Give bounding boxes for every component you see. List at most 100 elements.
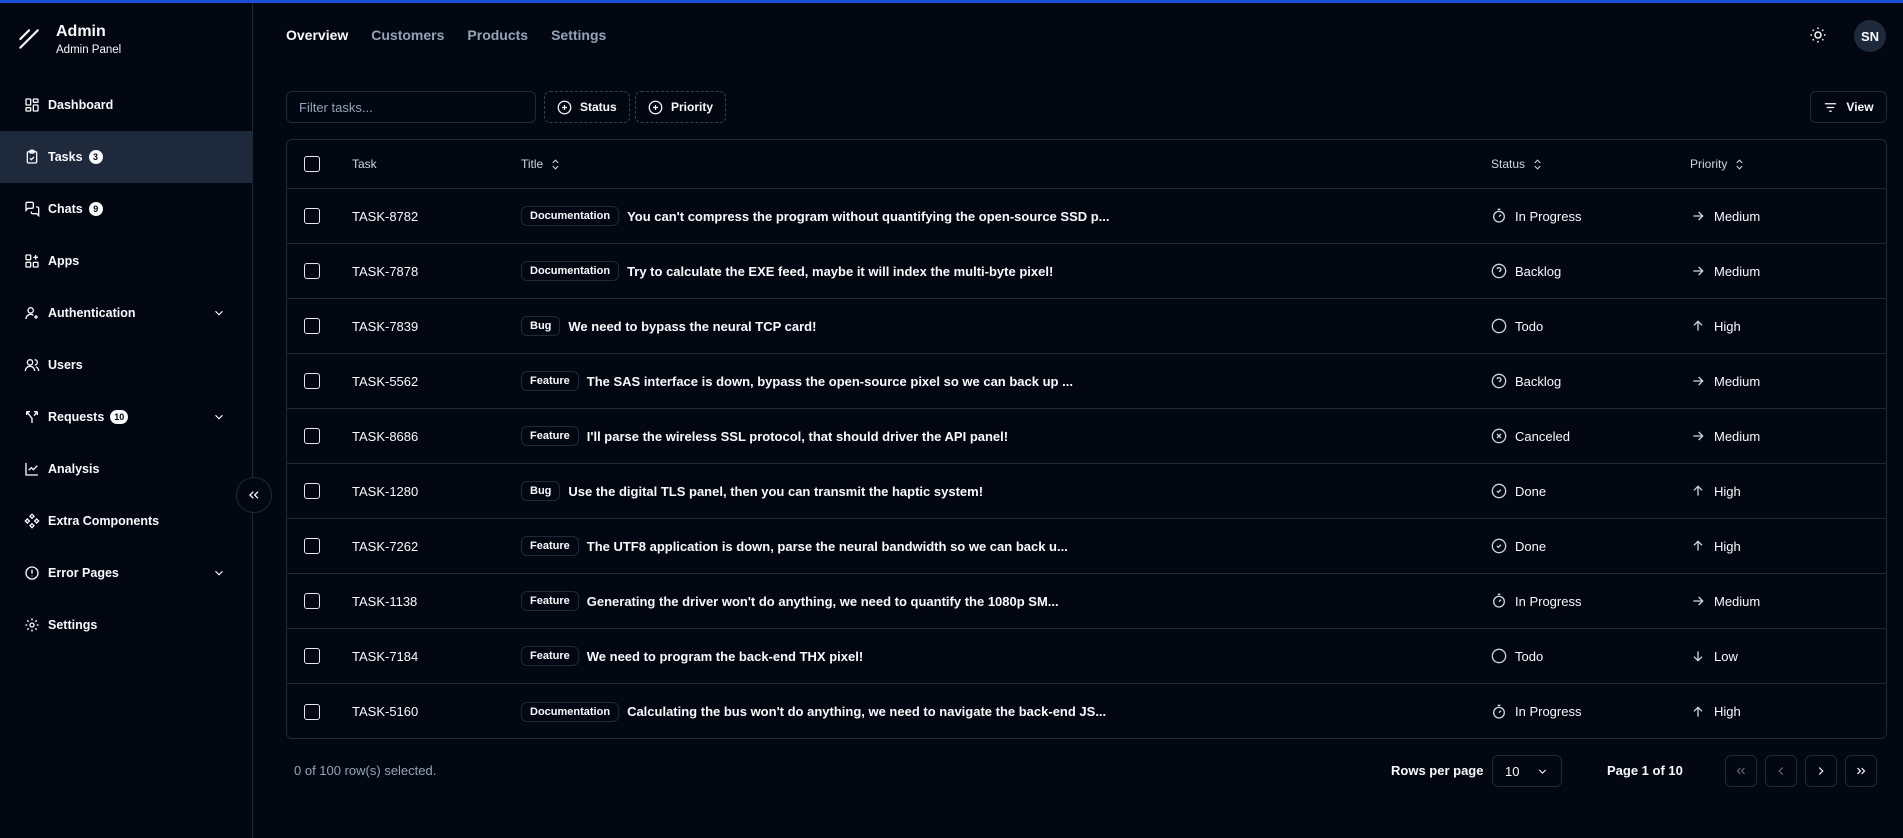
row-checkbox[interactable] xyxy=(304,373,320,389)
arrow-up-icon xyxy=(1690,538,1706,554)
task-priority: High xyxy=(1714,704,1741,719)
view-options-button[interactable]: View xyxy=(1810,91,1887,123)
sidebar-item-authentication[interactable]: Authentication xyxy=(0,287,252,339)
task-status: In Progress xyxy=(1515,208,1582,224)
sort-icon xyxy=(1736,158,1743,170)
arrow-up-icon xyxy=(1690,483,1706,499)
sidebar-item-label: Analysis xyxy=(48,462,100,476)
circle-icon xyxy=(1491,648,1507,664)
status-filter-button[interactable]: Status xyxy=(544,91,630,123)
sidebar-item-label: Extra Components xyxy=(48,514,160,528)
task-title: You can't compress the program without q… xyxy=(627,208,1110,224)
select-all-checkbox[interactable] xyxy=(304,156,320,172)
task-label-badge: Feature xyxy=(521,536,579,556)
help-circle-icon xyxy=(1491,263,1507,279)
table-row[interactable]: TASK-5562 Feature The SAS interface is dow… xyxy=(287,354,1886,409)
tab-settings[interactable]: Settings xyxy=(551,27,606,43)
row-checkbox[interactable] xyxy=(304,593,320,609)
sidebar-item-extra-components[interactable]: Extra Components xyxy=(0,495,252,547)
row-checkbox[interactable] xyxy=(304,428,320,444)
task-title: Calculating the bus won't do anything, w… xyxy=(627,704,1107,719)
row-checkbox[interactable] xyxy=(304,648,320,664)
table-row[interactable]: TASK-1138 Feature Generating the driver wo… xyxy=(287,574,1886,629)
tab-customers[interactable]: Customers xyxy=(371,27,444,43)
arrow-up-icon xyxy=(1690,318,1706,334)
sidebar-item-apps[interactable]: Apps xyxy=(0,235,252,287)
row-checkbox[interactable] xyxy=(304,538,320,554)
tab-products[interactable]: Products xyxy=(467,27,528,43)
arrow-right-icon xyxy=(1690,593,1706,609)
dashboard-icon xyxy=(24,97,40,113)
column-header-title[interactable]: Title xyxy=(521,140,562,188)
task-id: TASK-5160 xyxy=(352,704,419,719)
row-checkbox[interactable] xyxy=(304,208,320,224)
sidebar-item-label: Authentication xyxy=(48,306,136,320)
rows-per-page-select[interactable]: 10 xyxy=(1492,755,1562,787)
priority-filter-button[interactable]: Priority xyxy=(635,91,727,123)
sidebar-item-label: Users xyxy=(48,358,83,372)
column-header-status[interactable]: Status xyxy=(1491,140,1544,188)
task-status: Backlog xyxy=(1515,263,1562,279)
task-label-badge: Documentation xyxy=(521,701,620,722)
tab-overview[interactable]: Overview xyxy=(286,27,348,43)
sidebar-item-users[interactable]: Users xyxy=(0,339,252,391)
sidebar-item-analysis[interactable]: Analysis xyxy=(0,443,252,495)
last-page-button[interactable] xyxy=(1845,755,1877,787)
table-row[interactable]: TASK-7839 Bug We need to bypass the neural… xyxy=(287,299,1886,354)
task-status: Todo xyxy=(1515,318,1544,334)
theme-toggle-sun-icon[interactable] xyxy=(1809,26,1827,44)
task-id: TASK-7184 xyxy=(352,648,419,664)
chevron-down-icon xyxy=(215,310,223,316)
clipboard-icon xyxy=(24,149,40,165)
table-row[interactable]: TASK-7184 Feature We need to program the b… xyxy=(287,629,1886,684)
sidebar-item-tasks[interactable]: Tasks 3 xyxy=(0,131,252,183)
task-title: The UTF8 application is down, parse the … xyxy=(586,538,1068,554)
row-checkbox[interactable] xyxy=(304,318,320,334)
task-label-badge: Documentation xyxy=(521,206,620,226)
chart-icon xyxy=(24,461,40,477)
task-title: I'll parse the wireless SSL protocol, th… xyxy=(586,428,1009,444)
avatar[interactable]: SN xyxy=(1854,20,1886,52)
sidebar-item-label: Dashboard xyxy=(48,98,114,112)
check-circle-icon xyxy=(1491,483,1507,499)
row-checkbox[interactable] xyxy=(304,703,320,720)
chevron-right-icon xyxy=(1818,767,1824,775)
sliders-icon xyxy=(1825,102,1837,112)
timer-icon xyxy=(1491,208,1507,224)
error-icon xyxy=(24,565,40,581)
filter-tasks-input[interactable] xyxy=(286,91,536,123)
sidebar-item-error-pages[interactable]: Error Pages xyxy=(0,547,252,599)
sidebar-item-label: Error Pages xyxy=(48,566,119,580)
table-row[interactable]: TASK-1280 Bug Use the digital TLS panel, t… xyxy=(287,464,1886,519)
tasks-count-badge: 3 xyxy=(88,150,103,164)
table-row[interactable]: TASK-8782 Documentation You can't compress… xyxy=(287,189,1886,244)
sidebar-collapse-button[interactable] xyxy=(236,477,272,513)
task-priority: High xyxy=(1714,483,1741,499)
sidebar-item-requests[interactable]: Requests 10 xyxy=(0,391,252,443)
sidebar-item-settings[interactable]: Settings xyxy=(0,599,252,651)
task-id: TASK-1280 xyxy=(352,483,419,499)
check-circle-icon xyxy=(1491,538,1507,554)
first-page-button[interactable] xyxy=(1725,755,1757,787)
next-page-button[interactable] xyxy=(1805,755,1837,787)
sidebar-item-dashboard[interactable]: Dashboard xyxy=(0,79,252,131)
table-row[interactable]: TASK-7878 Documentation Try to calculate t… xyxy=(287,244,1886,299)
chevron-down-icon xyxy=(215,570,223,576)
apps-icon xyxy=(24,253,40,269)
rows-per-page-label: Rows per page xyxy=(1391,763,1484,778)
table-body: TASK-8782 Documentation You can't compress… xyxy=(287,189,1886,738)
brand[interactable]: Admin Admin Panel xyxy=(16,19,121,59)
table-row[interactable]: TASK-5160 Documentation Calculating the bu… xyxy=(287,684,1886,738)
table-row[interactable]: TASK-7262 Feature The UTF8 application is … xyxy=(287,519,1886,574)
tasks-table: Task Title Status Priority TASK-8782 Docu… xyxy=(286,139,1887,739)
column-header-priority[interactable]: Priority xyxy=(1690,140,1746,188)
previous-page-button[interactable] xyxy=(1765,755,1797,787)
row-checkbox[interactable] xyxy=(304,483,320,499)
row-checkbox[interactable] xyxy=(304,263,320,279)
top-navigation: Overview Customers Products Settings xyxy=(286,27,606,43)
priority-filter-label: Priority xyxy=(671,100,714,114)
sidebar-item-chats[interactable]: Chats 9 xyxy=(0,183,252,235)
table-row[interactable]: TASK-8686 Feature I'll parse the wireless … xyxy=(287,409,1886,464)
sidebar: Admin Admin Panel Dashboard Tasks 3 Chat… xyxy=(0,3,253,838)
users-icon xyxy=(24,357,40,373)
